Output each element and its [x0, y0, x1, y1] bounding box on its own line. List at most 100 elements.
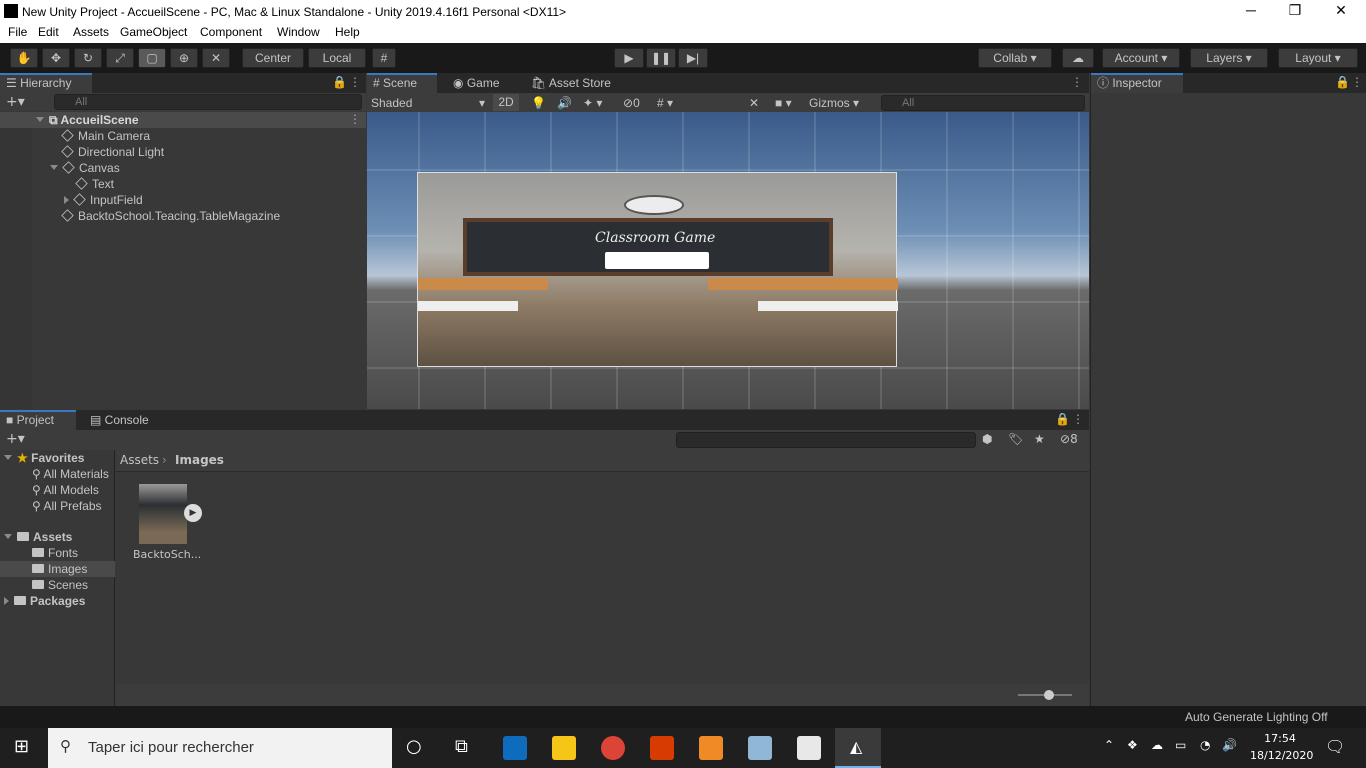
panel-menu-icon[interactable]: ⋮	[1072, 412, 1084, 426]
cloud-icon[interactable]: ☁	[1062, 48, 1094, 68]
collab-dropdown[interactable]: Collab ▾	[978, 48, 1052, 68]
layout-dropdown[interactable]: Layout ▾	[1278, 48, 1358, 68]
scene-header-row[interactable]: ⧉ AccueilScene ⋮	[0, 112, 366, 128]
zoom-slider-handle[interactable]	[1044, 690, 1054, 700]
hierarchy-item[interactable]: Canvas	[50, 160, 120, 176]
expand-arrow-icon[interactable]	[50, 165, 58, 170]
hierarchy-item[interactable]: Text	[75, 176, 114, 192]
favorite-item[interactable]: ⚲ All Prefabs	[32, 498, 102, 514]
hierarchy-item[interactable]: Main Camera	[61, 128, 150, 144]
pivot-center-button[interactable]: Center	[242, 48, 304, 68]
notifications-icon[interactable]: 🗨	[1325, 737, 1345, 756]
layers-dropdown[interactable]: Layers ▾	[1190, 48, 1268, 68]
grid-toggle-icon[interactable]: # ▾	[657, 93, 673, 113]
maximize-button[interactable]: ❐	[1280, 2, 1310, 20]
collapse-arrow-icon[interactable]	[64, 196, 69, 204]
menu-window[interactable]: Window	[277, 25, 320, 39]
tab-console[interactable]: ▤ Console	[84, 410, 155, 430]
menu-assets[interactable]: Assets	[73, 25, 109, 39]
file-explorer-icon[interactable]	[552, 736, 576, 760]
scene-menu-icon[interactable]: ⋮	[349, 112, 361, 126]
scene-viewport[interactable]: Classroom Game	[367, 112, 1089, 409]
tab-game[interactable]: ◉ Game	[447, 73, 506, 93]
windows-start-icon[interactable]: ⊞	[14, 736, 29, 757]
taskbar-date[interactable]: 18/12/2020	[1250, 749, 1313, 762]
create-add-icon[interactable]: +▾	[6, 93, 25, 111]
favorite-star-icon[interactable]: ★	[1034, 432, 1045, 446]
hierarchy-search-input[interactable]: All	[54, 94, 362, 110]
panel-menu-icon[interactable]: ⋮	[1351, 75, 1363, 89]
rect-tool-icon[interactable]: ▢	[138, 48, 166, 68]
move-tool-icon[interactable]: ✥	[42, 48, 70, 68]
scene-search-input[interactable]: All	[881, 95, 1085, 111]
tab-asset-store[interactable]: 🛍 Asset Store	[525, 73, 617, 93]
grid-snap-icon[interactable]: #	[372, 48, 396, 68]
tab-project[interactable]: ■ Project	[0, 410, 76, 430]
lock-icon[interactable]: 🔒	[332, 75, 347, 89]
rotate-tool-icon[interactable]: ↻	[74, 48, 102, 68]
lock-icon[interactable]: 🔒	[1335, 75, 1350, 89]
hand-tool-icon[interactable]: ✋	[10, 48, 38, 68]
expand-play-icon[interactable]: ▶	[184, 504, 202, 522]
lock-icon[interactable]: 🔒	[1055, 412, 1070, 426]
transform-tool-icon[interactable]: ⊕	[170, 48, 198, 68]
onedrive-icon[interactable]: ☁	[1151, 738, 1163, 752]
gizmos-dropdown[interactable]: Gizmos ▾	[809, 93, 859, 113]
pause-button[interactable]: ❚❚	[646, 48, 676, 68]
favorites-header[interactable]: ★ Favorites	[4, 450, 84, 466]
volume-icon[interactable]: 🔊	[1222, 738, 1237, 752]
tab-hierarchy[interactable]: ☰ Hierarchy	[0, 73, 92, 93]
panel-menu-icon[interactable]: ⋮	[349, 75, 361, 89]
wifi-icon[interactable]: ◔	[1200, 738, 1210, 752]
tray-expand-icon[interactable]: ⌃	[1104, 738, 1114, 752]
asset-file-tile[interactable]: ▶ BacktoSch...	[130, 482, 202, 564]
custom-tool-icon[interactable]: ✕	[202, 48, 230, 68]
camera-icon[interactable]: ■ ▾	[775, 93, 792, 113]
menu-gameobject[interactable]: GameObject	[120, 25, 187, 39]
breadcrumb-images[interactable]: Images	[175, 453, 224, 467]
breadcrumb-assets[interactable]: Assets	[120, 453, 159, 467]
asset-folder-item[interactable]: Fonts	[32, 545, 78, 561]
close-button[interactable]: ✕	[1326, 2, 1356, 20]
scale-tool-icon[interactable]: ⤢	[106, 48, 134, 68]
via-app-icon[interactable]	[797, 736, 821, 760]
play-button[interactable]: ▶	[614, 48, 644, 68]
tab-scene[interactable]: # Scene	[367, 73, 437, 93]
menu-help[interactable]: Help	[335, 25, 360, 39]
account-dropdown[interactable]: Account ▾	[1102, 48, 1180, 68]
hidden-packages-icon[interactable]: ⊘8	[1060, 432, 1078, 446]
task-view-icon[interactable]: ⧉	[455, 736, 468, 757]
office-icon[interactable]	[650, 736, 674, 760]
step-button[interactable]: ▶|	[678, 48, 708, 68]
audio-toggle-icon[interactable]: 🔊	[557, 93, 572, 113]
favorite-item[interactable]: ⚲ All Materials	[32, 466, 109, 482]
packages-header[interactable]: Packages	[4, 593, 85, 609]
shading-mode-dropdown[interactable]: Shaded ▾	[371, 93, 487, 113]
hidden-objects-icon[interactable]: ⊘0	[623, 93, 640, 113]
create-add-icon[interactable]: +▾	[6, 431, 25, 447]
asset-folder-item-selected[interactable]: Images	[32, 561, 87, 577]
menu-component[interactable]: Component	[200, 25, 262, 39]
notes-app-icon[interactable]	[748, 736, 772, 760]
taskbar-search-box[interactable]: ⚲ Taper ici pour rechercher	[48, 728, 392, 768]
effects-toggle-icon[interactable]: ✦ ▾	[583, 93, 602, 113]
hierarchy-item[interactable]: Directional Light	[61, 144, 164, 160]
taskbar-clock[interactable]: 17:54	[1250, 732, 1310, 745]
battery-icon[interactable]: ▭	[1175, 738, 1186, 752]
minimize-button[interactable]: ─	[1236, 2, 1266, 20]
asset-folder-item[interactable]: Scenes	[32, 577, 88, 593]
tab-inspector[interactable]: ⓘ Inspector	[1091, 73, 1183, 93]
dropbox-icon[interactable]: ❖	[1127, 738, 1138, 752]
2d-toggle-button[interactable]: 2D	[493, 94, 519, 111]
sublime-text-icon[interactable]	[699, 736, 723, 760]
search-by-type-icon[interactable]: ⬢	[982, 432, 992, 446]
mail-app-icon[interactable]	[503, 736, 527, 760]
assets-header[interactable]: Assets	[4, 529, 72, 545]
cortana-icon[interactable]: ○	[406, 736, 422, 757]
project-search-input[interactable]	[676, 432, 976, 448]
panel-menu-icon[interactable]: ⋮	[1071, 75, 1083, 89]
hierarchy-item[interactable]: InputField	[64, 192, 143, 208]
unity-taskbar-button[interactable]: ◭	[835, 728, 881, 768]
tools-icon[interactable]: ✕	[749, 93, 759, 113]
lighting-toggle-icon[interactable]: 💡	[531, 93, 546, 113]
